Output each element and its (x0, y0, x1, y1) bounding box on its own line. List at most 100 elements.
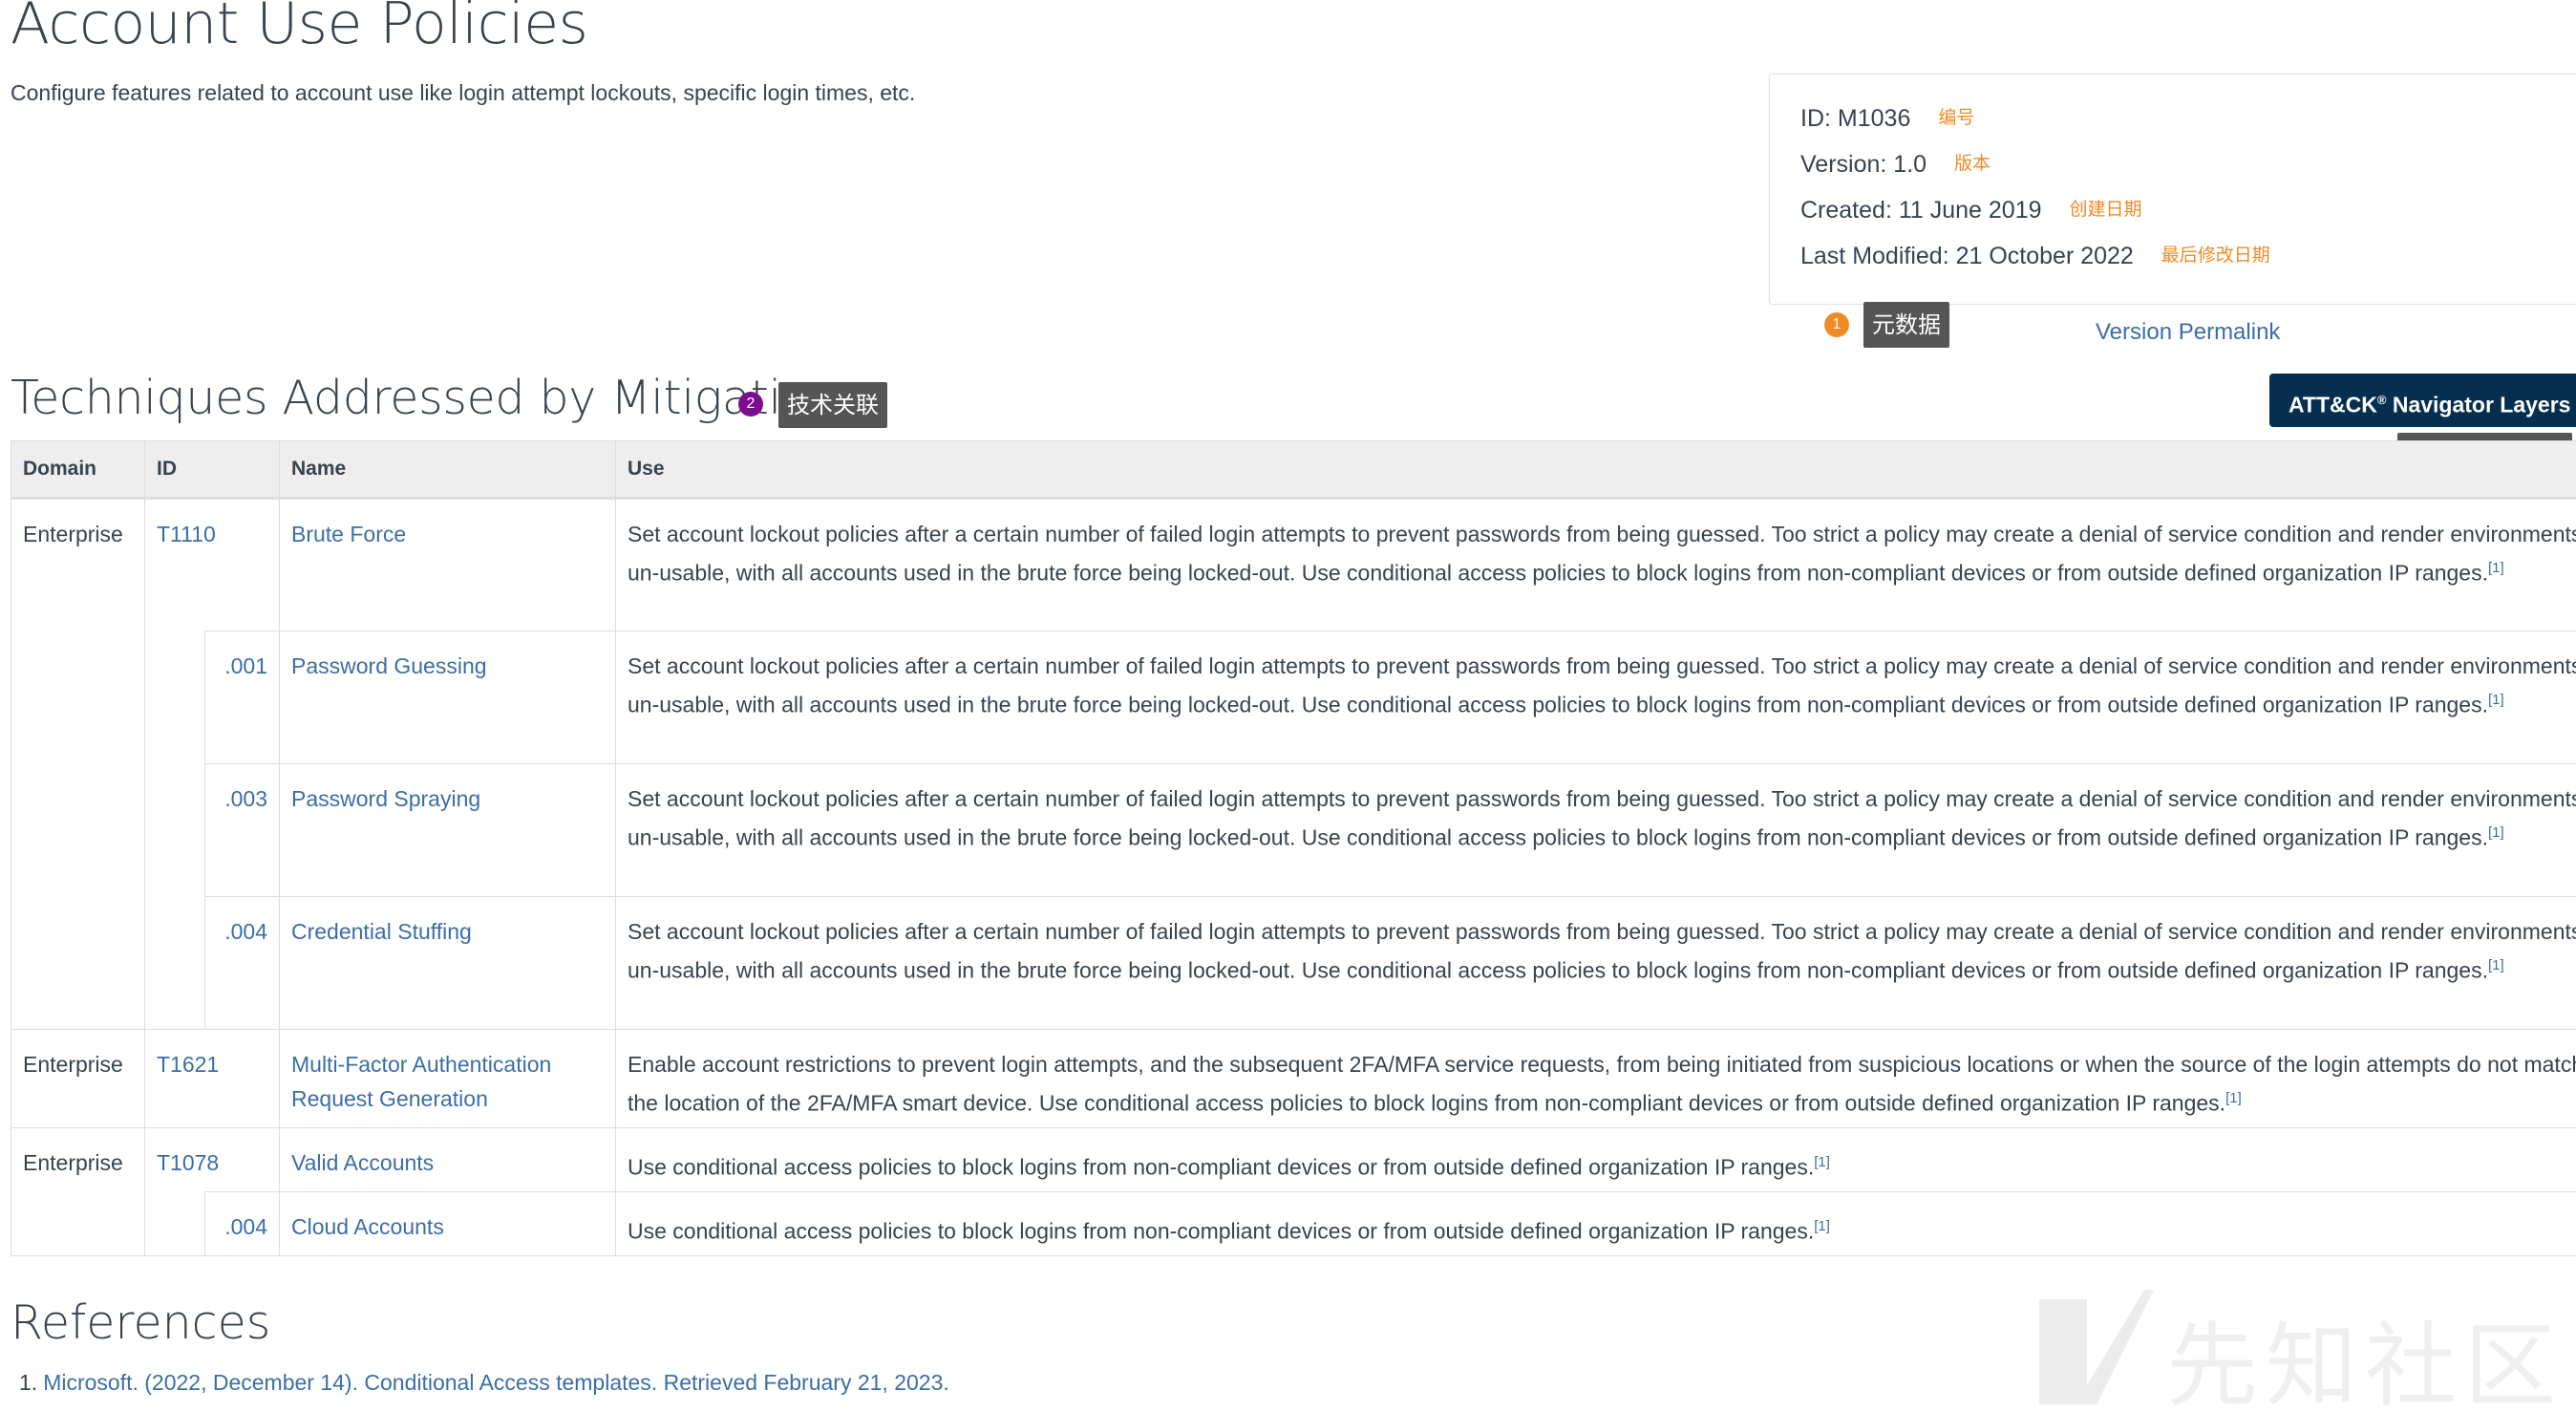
use-cell: Enable account restrictions to prevent l… (615, 1029, 2576, 1128)
navigator-button-label: ATT&CK (2289, 392, 2377, 417)
domain-cell-empty (11, 1191, 145, 1256)
table-row: Enterprise T1110 Brute Force Set account… (11, 498, 2576, 631)
meta-version-label: Version: (1800, 151, 1887, 178)
meta-version-value: 1.0 (1893, 151, 1927, 178)
table-row: .003 Password Spraying Set account locko… (11, 763, 2576, 897)
id-indent-cell (144, 1191, 205, 1256)
reference-number: 1. (19, 1370, 38, 1395)
table-row: Enterprise T1621 Multi-Factor Authentica… (11, 1029, 2576, 1128)
technique-id-cell: T1621 (144, 1029, 280, 1128)
use-text: Use conditional access policies to block… (628, 1218, 1815, 1244)
metadata-card: ID: M1036 编号 Version: 1.0 版本 Created: 11… (1769, 74, 2576, 305)
technique-name-link[interactable]: Password Spraying (291, 786, 480, 811)
meta-created-row: Created: 11 June 2019 创建日期 (1800, 195, 2141, 225)
annotation-tip-techniques: 技术关联 (778, 382, 887, 428)
meta-version-cn: 版本 (1954, 154, 1991, 174)
reference-item: 1. Microsoft. (2022, December 14). Condit… (19, 1370, 949, 1396)
id-indent-cell (144, 631, 205, 764)
reference-marker[interactable]: [1] (2488, 824, 2504, 841)
references-heading: References (11, 1295, 271, 1350)
use-text: Set account lockout policies after a cer… (628, 653, 2576, 717)
sub-technique-id-link[interactable]: .001 (224, 653, 267, 678)
technique-id-link[interactable]: T1621 (157, 1052, 219, 1077)
technique-name-cell: Password Spraying (279, 763, 616, 897)
sub-technique-id-cell: .004 (204, 1191, 280, 1256)
technique-id-link[interactable]: T1078 (157, 1150, 219, 1175)
meta-id-row: ID: M1036 编号 (1800, 103, 1974, 133)
use-cell: Set account lockout policies after a cer… (615, 631, 2576, 764)
reference-link[interactable]: Microsoft. (2022, December 14). Conditio… (43, 1370, 949, 1395)
technique-name-cell: Brute Force (279, 498, 616, 631)
navigator-layers-button[interactable]: ATT&CK® Navigator Layers (2269, 374, 2576, 427)
reference-marker[interactable]: [1] (2225, 1090, 2242, 1106)
use-text: Use conditional access policies to block… (628, 1154, 1815, 1180)
use-text: Set account lockout policies after a cer… (628, 522, 2576, 586)
meta-created-value: 11 June 2019 (1898, 197, 2042, 224)
use-text: Enable account restrictions to prevent l… (628, 1052, 2576, 1116)
use-text: Set account lockout policies after a cer… (628, 919, 2576, 983)
techniques-heading: Techniques Addressed by Mitigation (11, 371, 840, 425)
technique-name-link[interactable]: Cloud Accounts (291, 1214, 444, 1239)
col-header-id: ID (144, 440, 280, 500)
technique-id-cell: T1078 (144, 1127, 280, 1192)
meta-id-cn: 编号 (1938, 108, 1975, 128)
reference-marker[interactable]: [1] (1814, 1218, 1830, 1234)
col-header-name: Name (279, 440, 616, 500)
technique-name-cell: Credential Stuffing (279, 896, 616, 1030)
domain-cell: Enterprise (11, 1029, 145, 1128)
technique-name-link[interactable]: Credential Stuffing (291, 919, 472, 944)
use-cell: Set account lockout policies after a cer… (615, 763, 2576, 897)
domain-cell: Enterprise (11, 498, 145, 631)
techniques-table: Domain ID Name Use Enterprise T1110 Brut… (11, 440, 2576, 1256)
registered-mark: ® (2376, 393, 2387, 407)
use-cell: Use conditional access policies to block… (615, 1191, 2576, 1256)
table-row: Enterprise T1078 Valid Accounts Use cond… (11, 1127, 2576, 1192)
technique-id-link[interactable]: T1110 (157, 522, 216, 546)
table-row: .004 Cloud Accounts Use conditional acce… (11, 1191, 2576, 1256)
use-cell: Use conditional access policies to block… (615, 1127, 2576, 1192)
technique-name-link[interactable]: Multi-Factor Authentication Request Gene… (291, 1052, 551, 1111)
reference-marker[interactable]: [1] (1814, 1154, 1830, 1170)
meta-modified-label: Last Modified: (1800, 243, 1949, 269)
domain-cell-empty (11, 631, 145, 764)
sub-technique-id-link[interactable]: .003 (224, 786, 267, 811)
table-row: .004 Credential Stuffing Set account loc… (11, 896, 2576, 1030)
table-header-row: Domain ID Name Use (11, 440, 2576, 500)
technique-name-cell: Cloud Accounts (279, 1191, 616, 1256)
technique-name-link[interactable]: Password Guessing (291, 653, 487, 678)
technique-id-cell: T1110 (144, 498, 280, 631)
use-cell: Set account lockout policies after a cer… (615, 498, 2576, 631)
sub-technique-id-cell: .001 (204, 631, 280, 764)
version-permalink-link[interactable]: Version Permalink (2096, 319, 2280, 346)
navigator-button-suffix: Navigator Layers (2386, 392, 2571, 417)
technique-name-link[interactable]: Brute Force (291, 522, 406, 546)
reference-marker[interactable]: [1] (2488, 957, 2504, 973)
sub-technique-id-link[interactable]: .004 (224, 1214, 267, 1239)
sub-technique-id-cell: .003 (204, 763, 280, 897)
id-indent-cell (144, 896, 205, 1030)
meta-modified-cn: 最后修改日期 (2161, 246, 2270, 266)
meta-version-row: Version: 1.0 版本 (1800, 149, 1991, 179)
meta-created-cn: 创建日期 (2069, 200, 2142, 220)
domain-cell-empty (11, 763, 145, 897)
technique-name-cell: Valid Accounts (279, 1127, 616, 1192)
use-text: Set account lockout policies after a cer… (628, 786, 2576, 850)
sub-technique-id-cell: .004 (204, 896, 280, 1030)
watermark-text: 先知社区 (2166, 1313, 2564, 1412)
meta-id-label: ID: (1800, 105, 1831, 132)
domain-cell: Enterprise (11, 1127, 145, 1192)
meta-modified-row: Last Modified: 21 October 2022 最后修改日期 (1800, 241, 2270, 270)
reference-marker[interactable]: [1] (2488, 692, 2504, 708)
meta-modified-value: 21 October 2022 (1955, 243, 2134, 269)
id-indent-cell (144, 763, 205, 897)
technique-name-link[interactable]: Valid Accounts (291, 1150, 434, 1175)
use-cell: Set account lockout policies after a cer… (615, 896, 2576, 1030)
reference-marker[interactable]: [1] (2488, 560, 2504, 576)
meta-created-label: Created: (1800, 197, 1892, 224)
page-description: Configure features related to account us… (11, 80, 916, 105)
page: Account Use Policies Configure features … (0, 0, 2576, 1412)
col-header-use: Use (615, 440, 2576, 500)
sub-technique-id-link[interactable]: .004 (224, 919, 267, 944)
technique-name-cell: Password Guessing (279, 631, 616, 764)
technique-name-cell: Multi-Factor Authentication Request Gene… (279, 1029, 616, 1128)
